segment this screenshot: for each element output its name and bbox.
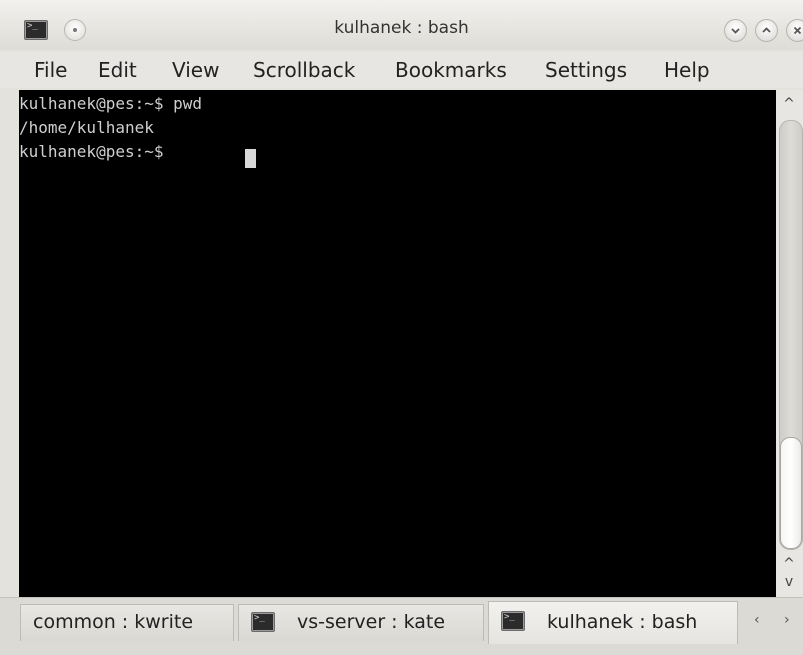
scrollbar-thumb[interactable] — [780, 437, 802, 549]
terminal-output[interactable]: kulhanek@pes:~$ pwd /home/kulhanek kulha… — [19, 90, 776, 597]
window-title: kulhanek : bash — [334, 18, 469, 38]
menu-help[interactable]: Help — [660, 56, 714, 84]
vertical-scrollbar[interactable]: ^ ^ v — [776, 90, 803, 597]
terminal-glyph: >_ — [27, 21, 38, 31]
scroll-up-arrow-lower[interactable]: ^ — [780, 556, 798, 572]
tab-label: common : kwrite — [33, 611, 194, 633]
title-bar[interactable]: >_ kulhanek : bash — [0, 0, 803, 50]
menu-settings[interactable]: Settings — [541, 56, 631, 84]
tab-scroll-left-icon[interactable]: ‹ — [754, 612, 760, 628]
scroll-up-arrow[interactable]: ^ — [780, 96, 798, 112]
chevron-up-icon — [762, 27, 771, 33]
menu-bar: File Edit View Scrollback Bookmarks Sett… — [0, 52, 803, 88]
close-icon — [793, 26, 802, 35]
tab-vs-server-kate[interactable]: >_ vs-server : kate — [238, 604, 484, 641]
tab-common-kwrite[interactable]: common : kwrite — [20, 604, 234, 641]
on-all-desktops-button[interactable] — [64, 19, 86, 41]
konsole-window: >_ kulhanek : bash File Edit View Scroll… — [0, 0, 803, 655]
terminal-line: kulhanek@pes:~$ — [19, 142, 174, 161]
scroll-down-arrow[interactable]: v — [780, 574, 798, 590]
menu-view[interactable]: View — [168, 56, 223, 84]
minimize-button[interactable] — [724, 19, 747, 42]
scrollbar-track[interactable] — [779, 120, 803, 550]
tab-scroll-right-icon[interactable]: › — [784, 612, 790, 628]
terminal-line: kulhanek@pes:~$ pwd — [19, 94, 203, 113]
text-cursor — [245, 149, 256, 168]
menu-scrollback[interactable]: Scrollback — [249, 56, 359, 84]
menu-edit[interactable]: Edit — [94, 56, 141, 84]
terminal-app-icon[interactable]: >_ — [24, 20, 48, 40]
close-button[interactable] — [786, 19, 803, 42]
tab-label: kulhanek : bash — [547, 611, 698, 633]
menu-file[interactable]: File — [30, 56, 71, 84]
tab-label: vs-server : kate — [297, 611, 446, 633]
menu-bookmarks[interactable]: Bookmarks — [391, 56, 511, 84]
tab-kulhanek-bash[interactable]: >_ kulhanek : bash — [488, 601, 738, 644]
terminal-icon: >_ — [251, 612, 275, 632]
terminal-line: /home/kulhanek — [19, 118, 154, 137]
maximize-button[interactable] — [755, 19, 778, 42]
session-tab-bar: common : kwrite >_ vs-server : kate >_ k… — [0, 597, 803, 655]
terminal-icon: >_ — [501, 611, 525, 631]
chevron-down-icon — [731, 28, 740, 34]
